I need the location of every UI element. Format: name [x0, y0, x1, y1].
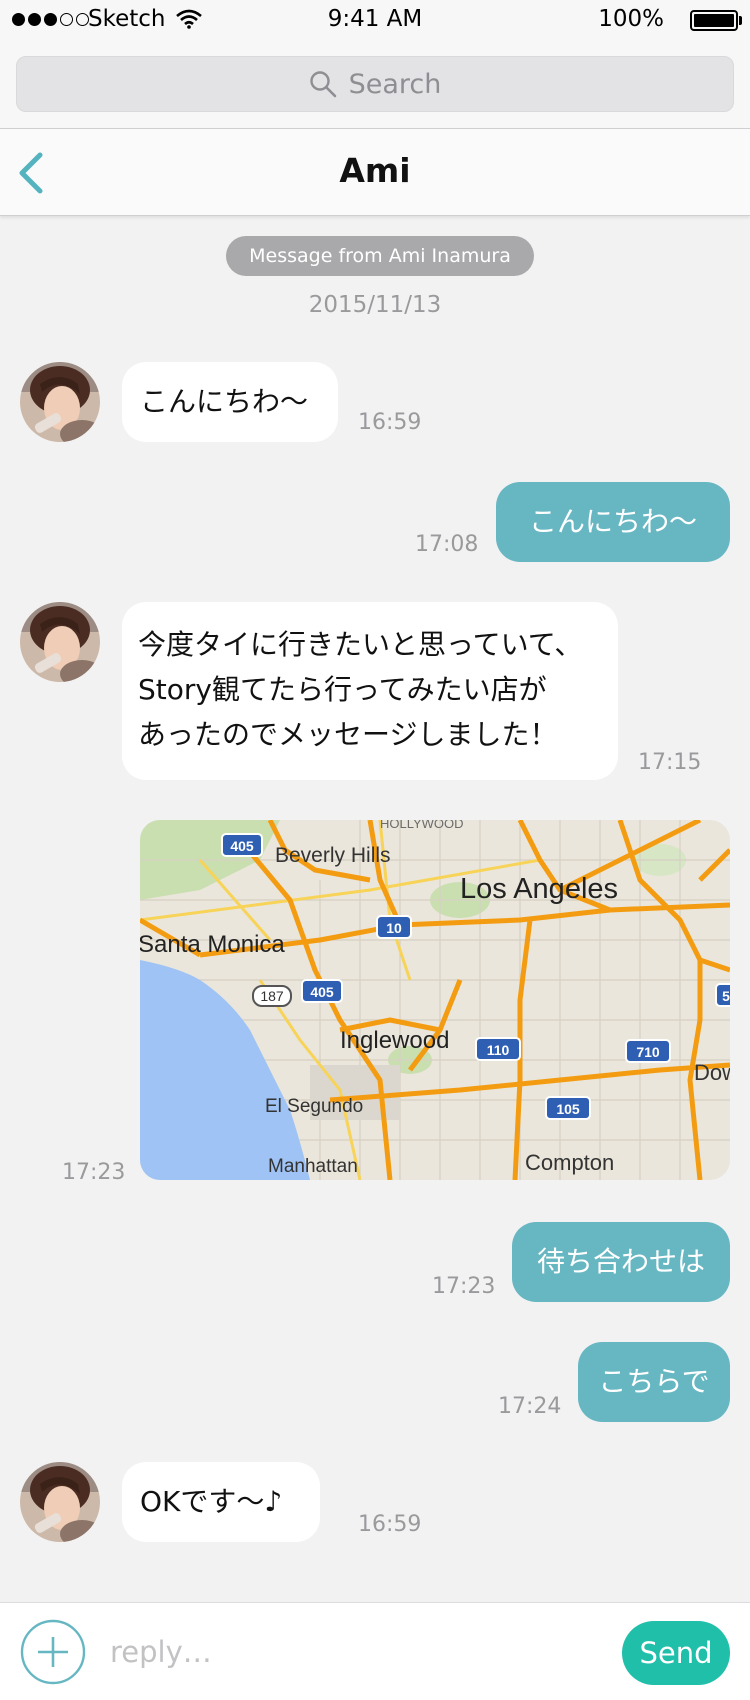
message-line: Story観てたら行ってみたい店が	[138, 673, 547, 706]
map-shield: 405	[230, 838, 254, 854]
conversation-title: Ami	[339, 151, 411, 190]
status-bar: Sketch 9:41 AM 100%	[0, 0, 750, 40]
avatar[interactable]	[20, 362, 100, 442]
message-bubble-incoming[interactable]: 今度タイに行きたいと思っていて、 Story観てたら行ってみたい店が あったので…	[122, 602, 618, 780]
map-label: Beverly Hills	[275, 844, 391, 867]
message-time: 16:59	[358, 1512, 422, 1537]
map-shield: 710	[636, 1044, 660, 1060]
message-time: 17:23	[62, 1160, 126, 1185]
message-time: 16:59	[358, 410, 422, 435]
date-separator: 2015/11/13	[308, 292, 442, 318]
reply-input[interactable]	[110, 1627, 590, 1677]
map-label: HOLLYWOOD	[380, 820, 464, 831]
map-image: HOLLYWOOD Beverly Hills Los Angeles Sant…	[140, 820, 730, 1180]
message-input-bar: Send	[0, 1602, 750, 1700]
message-line: 今度タイに行きたいと思っていて、	[138, 628, 583, 661]
map-shield: 187	[260, 988, 284, 1004]
message-bubble-outgoing[interactable]: こんにちわ〜	[496, 482, 730, 562]
map-label: Manhattan	[268, 1156, 358, 1177]
map-label: Los Angeles	[460, 873, 618, 905]
battery-icon	[690, 10, 738, 31]
map-shield: 5	[722, 988, 730, 1004]
search-bar: Search	[0, 40, 750, 128]
message-time: 17:08	[415, 532, 479, 557]
avatar[interactable]	[20, 1462, 100, 1542]
avatar[interactable]	[20, 602, 100, 682]
message-time: 17:23	[432, 1274, 496, 1299]
message-time: 17:24	[498, 1394, 562, 1419]
message-bubble-incoming[interactable]: OKです〜♪	[122, 1462, 320, 1542]
map-label: El Segundo	[265, 1096, 363, 1117]
message-line: あったのでメッセージしました！	[138, 718, 558, 751]
message-time: 17:15	[638, 750, 702, 775]
add-attachment-button[interactable]	[20, 1619, 86, 1685]
map-label: Dow	[694, 1060, 730, 1085]
navigation-bar: Ami	[0, 128, 750, 216]
battery-percentage: 100%	[598, 6, 664, 32]
search-icon	[309, 71, 336, 98]
message-bubble-outgoing[interactable]: こちらで	[578, 1342, 730, 1422]
search-field[interactable]: Search	[16, 56, 734, 112]
map-shield: 105	[556, 1101, 580, 1117]
search-placeholder: Search	[348, 68, 442, 100]
map-label: Santa Monica	[140, 931, 285, 958]
map-attachment[interactable]: HOLLYWOOD Beverly Hills Los Angeles Sant…	[140, 820, 730, 1180]
system-message-label: Message from Ami Inamura	[226, 236, 534, 276]
message-bubble-incoming[interactable]: こんにちわ〜	[122, 362, 338, 442]
map-shield: 110	[487, 1042, 510, 1058]
send-button[interactable]: Send	[622, 1621, 730, 1685]
map-label: Compton	[525, 1150, 614, 1175]
message-bubble-outgoing[interactable]: 待ち合わせは	[512, 1222, 730, 1302]
map-shield: 10	[386, 920, 402, 936]
map-shield: 405	[310, 984, 334, 1000]
plus-icon	[20, 1619, 86, 1685]
map-label: Inglewood	[340, 1027, 449, 1054]
